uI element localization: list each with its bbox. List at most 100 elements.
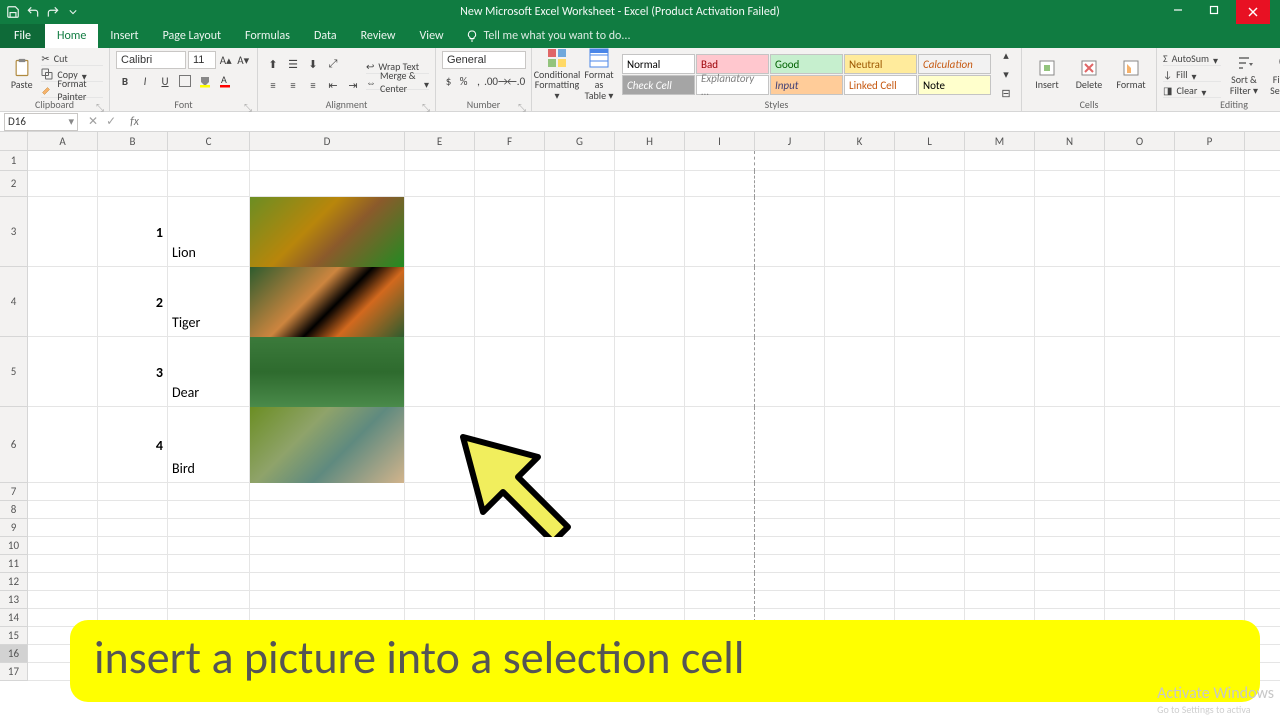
cell[interactable] (615, 151, 685, 171)
undo-icon[interactable] (26, 5, 40, 19)
cell[interactable] (965, 337, 1035, 407)
cell[interactable] (615, 537, 685, 555)
column-header[interactable]: D (250, 132, 405, 150)
cell[interactable] (615, 483, 685, 501)
cell[interactable] (755, 337, 825, 407)
cell[interactable] (1105, 555, 1175, 573)
cell[interactable] (1035, 483, 1105, 501)
align-center-icon[interactable]: ≡ (284, 76, 302, 94)
cell[interactable] (168, 171, 250, 197)
currency-icon[interactable]: $ (442, 72, 455, 90)
cell[interactable] (28, 337, 98, 407)
cell[interactable] (965, 537, 1035, 555)
row-header[interactable]: 12 (0, 573, 28, 591)
dialog-launcher-icon[interactable]: ⤡ (517, 101, 527, 111)
fill-button[interactable]: ↓Fill▾ (1163, 67, 1221, 82)
cell[interactable] (1175, 407, 1245, 483)
cell[interactable] (98, 591, 168, 609)
cell[interactable] (1035, 407, 1105, 483)
cell[interactable] (405, 573, 475, 591)
row-header[interactable]: 11 (0, 555, 28, 573)
number-format-select[interactable] (442, 51, 526, 69)
cell[interactable] (1175, 501, 1245, 519)
cell[interactable] (28, 197, 98, 267)
cell[interactable] (28, 483, 98, 501)
cell[interactable] (895, 519, 965, 537)
cell[interactable] (755, 483, 825, 501)
cell[interactable] (895, 151, 965, 171)
cell[interactable] (895, 501, 965, 519)
cell[interactable] (545, 591, 615, 609)
name-box[interactable]: D16 ▾ (4, 113, 78, 131)
column-header[interactable]: K (825, 132, 895, 150)
cell[interactable] (475, 151, 545, 171)
cell[interactable] (1175, 267, 1245, 337)
tell-me-search[interactable]: Tell me what you want to do... (456, 29, 641, 43)
cell[interactable] (755, 555, 825, 573)
cell[interactable] (1175, 197, 1245, 267)
cell[interactable] (755, 151, 825, 171)
cell[interactable]: Lion (168, 197, 250, 267)
column-header[interactable]: J (755, 132, 825, 150)
column-header[interactable]: A (28, 132, 98, 150)
cancel-formula-icon[interactable]: ✕ (88, 114, 98, 129)
cell[interactable] (545, 267, 615, 337)
column-header[interactable]: E (405, 132, 475, 150)
row-header[interactable]: 10 (0, 537, 28, 555)
cell[interactable] (1105, 267, 1175, 337)
cell[interactable] (475, 573, 545, 591)
cell[interactable] (1105, 483, 1175, 501)
cell[interactable] (895, 591, 965, 609)
cell[interactable] (98, 519, 168, 537)
cell[interactable] (405, 197, 475, 267)
percent-icon[interactable]: % (457, 72, 470, 90)
cell[interactable] (895, 197, 965, 267)
cell[interactable] (615, 519, 685, 537)
cell-styles-gallery[interactable]: Normal Bad Good Neutral Calculation Chec… (622, 54, 991, 95)
cell[interactable] (1105, 171, 1175, 197)
cell[interactable] (685, 151, 755, 171)
cell[interactable]: 2 (98, 267, 168, 337)
cell[interactable]: 1 (98, 197, 168, 267)
cell[interactable] (28, 591, 98, 609)
cell[interactable] (755, 407, 825, 483)
bird-image[interactable] (250, 407, 404, 483)
increase-font-icon[interactable]: A▴ (218, 51, 234, 69)
lion-image[interactable] (250, 197, 404, 267)
tiger-image[interactable] (250, 267, 404, 337)
cell[interactable] (28, 519, 98, 537)
cell[interactable] (755, 267, 825, 337)
dialog-launcher-icon[interactable]: ⤡ (243, 101, 253, 111)
cell[interactable] (755, 519, 825, 537)
cell[interactable] (28, 555, 98, 573)
cell[interactable] (168, 573, 250, 591)
cell[interactable] (965, 267, 1035, 337)
cell[interactable] (965, 519, 1035, 537)
cell[interactable] (475, 337, 545, 407)
cell[interactable] (168, 591, 250, 609)
cell[interactable] (1175, 337, 1245, 407)
redo-icon[interactable] (46, 5, 60, 19)
cell[interactable] (250, 591, 405, 609)
column-header[interactable]: N (1035, 132, 1105, 150)
cell[interactable] (1105, 407, 1175, 483)
cell[interactable] (685, 483, 755, 501)
cell[interactable] (685, 501, 755, 519)
cell[interactable] (825, 573, 895, 591)
cell[interactable] (475, 537, 545, 555)
cell[interactable] (965, 483, 1035, 501)
cell[interactable] (1035, 537, 1105, 555)
cell[interactable] (965, 555, 1035, 573)
cell[interactable] (965, 573, 1035, 591)
style-good[interactable]: Good (770, 54, 843, 74)
cell[interactable] (475, 555, 545, 573)
tab-formulas[interactable]: Formulas (233, 24, 302, 48)
paste-button[interactable]: Paste (6, 56, 37, 93)
cell[interactable] (895, 407, 965, 483)
cell[interactable] (615, 555, 685, 573)
cell[interactable] (895, 267, 965, 337)
cell[interactable] (1175, 591, 1245, 609)
cell[interactable] (1035, 151, 1105, 171)
cell[interactable] (755, 501, 825, 519)
column-header[interactable]: B (98, 132, 168, 150)
